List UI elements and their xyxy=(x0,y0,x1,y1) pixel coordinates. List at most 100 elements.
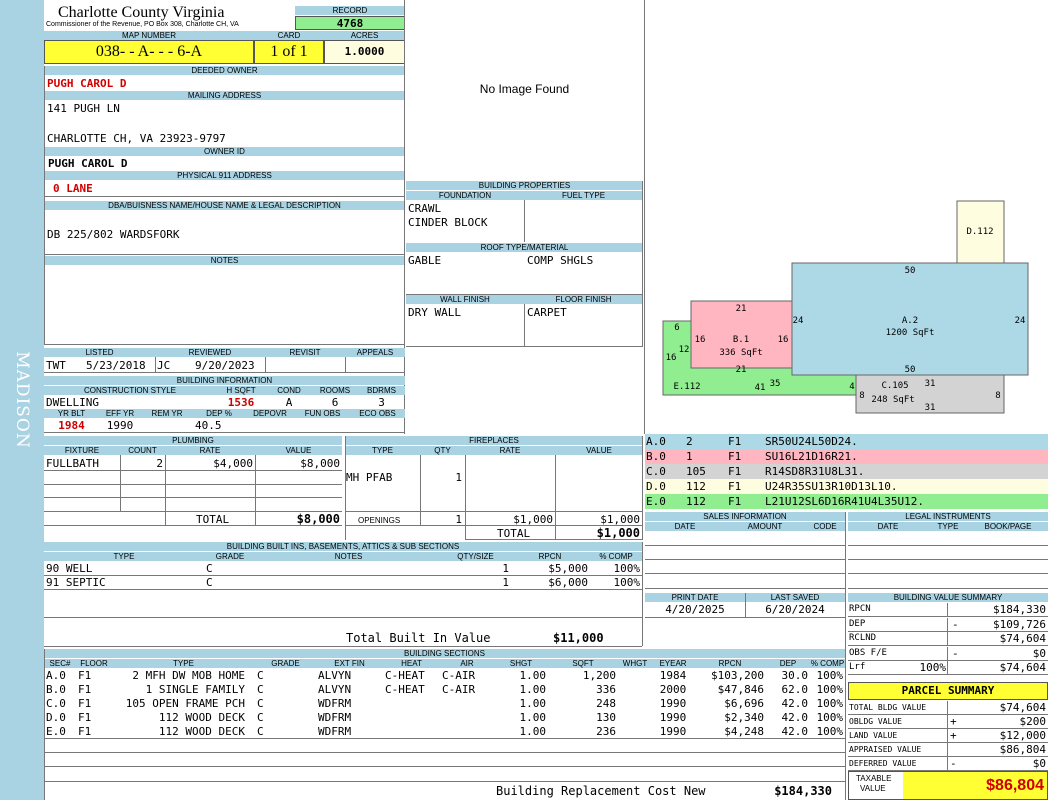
section-col-header: FLOOR xyxy=(76,659,112,668)
section-cell: 100% xyxy=(816,669,844,682)
section-col-header: GRADE xyxy=(255,659,316,668)
parcel-summary-row-label: LAND VALUE xyxy=(849,731,898,740)
builtin-comp: 100% xyxy=(613,562,641,575)
sketch-dim: 31 xyxy=(925,403,936,413)
sketch-label-d: D.112 xyxy=(966,227,993,237)
last-saved-label: LAST SAVED xyxy=(745,593,845,602)
funobs-label: FUN OBS xyxy=(295,409,350,418)
value-summary-row-op: 100% xyxy=(919,661,947,674)
section-row: E.0 F1 112 WOOD DECK C WDFRM 1.00 236 1990 $4,24… xyxy=(0,725,845,739)
taxable-value: $86,804 xyxy=(903,772,1047,799)
remyr-label: REM YR xyxy=(141,409,193,418)
section-cell: 62.0 xyxy=(781,683,809,696)
deeded-owner: PUGH CAROL D xyxy=(47,77,127,90)
section-cell: $103,200 xyxy=(711,669,764,682)
listed-by: TWT xyxy=(46,359,66,372)
builtin-qty: 1 xyxy=(502,562,509,575)
building-info-label: BUILDING INFORMATION xyxy=(44,376,405,385)
sketch-dim: 21 xyxy=(736,365,747,375)
section-col-header: % COMP xyxy=(810,659,845,668)
sketch-dim: 31 xyxy=(925,379,936,389)
floor-finish-value: CARPET xyxy=(527,306,567,319)
fireplace-type: MH PFAB xyxy=(346,471,393,484)
foundation-value-1: CRAWL xyxy=(408,202,442,215)
value-summary-row-value: $0 xyxy=(1032,646,1046,660)
rooms-label: ROOMS xyxy=(312,386,358,395)
parcel-summary-title: PARCEL SUMMARY xyxy=(848,682,1048,700)
value-summary-row-label: RCLND xyxy=(849,633,877,643)
sketch-code-row: B.0 1 F1 SU16L21D16R21. xyxy=(645,449,1048,464)
map-number: 038- - A- - - 6-A xyxy=(44,40,254,64)
builtins-label: BUILDING BUILT INS, BASEMENTS, ATTICS & … xyxy=(44,542,642,551)
section-cell: ALVYN xyxy=(318,669,352,682)
mailing-address-label: MAILING ADDRESS xyxy=(44,91,405,100)
sketch-code-row: E.0 112 F1 L21U12SL6D16R41U4L35U12. xyxy=(645,494,1048,509)
dba-label: DBA/BUISNESS NAME/HOUSE NAME & LEGAL DES… xyxy=(44,201,405,210)
section-cell: 1.00 xyxy=(519,725,547,738)
fireplace-col-qty: QTY xyxy=(420,446,465,455)
sketch-sqft-a: 1200 SqFt xyxy=(886,328,935,338)
builtins-col-qty: QTY/SIZE xyxy=(441,552,510,561)
foundation-value-2: CINDER BLOCK xyxy=(408,216,488,229)
section-col-header: EYEAR xyxy=(652,659,694,668)
sketch-dim: 16 xyxy=(666,353,677,363)
value-summary-row: RPCN $184,330 xyxy=(848,603,1048,617)
builtin-comp: 100% xyxy=(613,576,641,589)
section-col-header: SEC# xyxy=(44,659,76,668)
appeals-label: APPEALS xyxy=(345,348,405,357)
section-cell: C xyxy=(257,725,264,738)
section-cell: 100% xyxy=(816,697,844,710)
sketch-dim: 21 xyxy=(736,304,747,314)
record-value: 4768 xyxy=(295,16,405,30)
section-cell: 30.0 xyxy=(781,669,809,682)
hsqft-label: H SQFT xyxy=(216,386,266,395)
deeded-owner-label: DEEDED OWNER xyxy=(44,66,405,75)
value-summary-row-value: $184,330 xyxy=(993,603,1046,616)
acres-value: 1.0000 xyxy=(324,40,405,64)
reviewed-date: 9/20/2023 xyxy=(195,359,255,372)
sales-col-amount: AMOUNT xyxy=(725,522,805,531)
mailing-address-line2: CHARLOTTE CH, VA 23923-9797 xyxy=(47,132,226,145)
section-cell: C xyxy=(257,697,264,710)
replacement-cost: $184,330 xyxy=(774,784,832,798)
builtins-col-rpcn: RPCN xyxy=(510,552,590,561)
section-cell: 1990 xyxy=(659,711,687,724)
sketch-dim: 35 xyxy=(770,379,781,389)
sketch-code-row: C.0 105 F1 R14SD8R31U8L31. xyxy=(645,464,1048,479)
sketch-dim: 4 xyxy=(849,382,854,392)
section-cell: F1 xyxy=(78,711,92,724)
owner-id-label: OWNER ID xyxy=(44,147,405,156)
section-cell: 1990 xyxy=(659,697,687,710)
sketch-label-a: A.2 xyxy=(902,316,918,326)
fuel-type-label: FUEL TYPE xyxy=(524,191,643,200)
foundation-label: FOUNDATION xyxy=(406,191,524,200)
section-row: A.0 F1 2 MFH DW MOB HOME C ALVYN C-HEAT C-AIR 1… xyxy=(0,669,845,683)
replacement-cost-label: Building Replacement Cost New xyxy=(496,784,706,798)
parcel-summary-row-value: $0 xyxy=(1032,757,1046,770)
section-col-header: WHGT xyxy=(618,659,652,668)
section-cell: 42.0 xyxy=(781,711,809,724)
section-cell: 1.00 xyxy=(519,711,547,724)
dep-value: 40.5 xyxy=(195,419,222,432)
section-cell: F1 xyxy=(78,725,92,738)
section-cell: ALVYN xyxy=(318,683,352,696)
cond-label: COND xyxy=(266,386,312,395)
parcel-summary-row-label: DEFERRED VALUE xyxy=(849,759,917,768)
section-cell: C-HEAT xyxy=(385,683,425,696)
sidebar-label: MADISON xyxy=(12,351,32,449)
section-cell: B.0 xyxy=(46,683,66,696)
revisit-label: REVISIT xyxy=(265,348,345,357)
print-date-label: PRINT DATE xyxy=(645,593,745,602)
section-cell: 1984 xyxy=(659,669,687,682)
effyr-value: 1990 xyxy=(106,419,134,432)
construction-style: DWELLING xyxy=(46,396,99,409)
section-cell: $2,340 xyxy=(724,711,764,724)
builtin-rpcn: $5,000 xyxy=(548,562,588,575)
section-cell: F1 xyxy=(78,669,92,682)
plumbing-count: 2 xyxy=(156,457,163,470)
sketch-label-b: B.1 xyxy=(733,335,749,345)
builtin-rpcn: $6,000 xyxy=(548,576,588,589)
section-cell: 2000 xyxy=(659,683,687,696)
section-cell: C-AIR xyxy=(442,669,476,682)
section-row: C.0 F1 105 OPEN FRAME PCH C WDFRM 1.00 248 1990… xyxy=(0,697,845,711)
